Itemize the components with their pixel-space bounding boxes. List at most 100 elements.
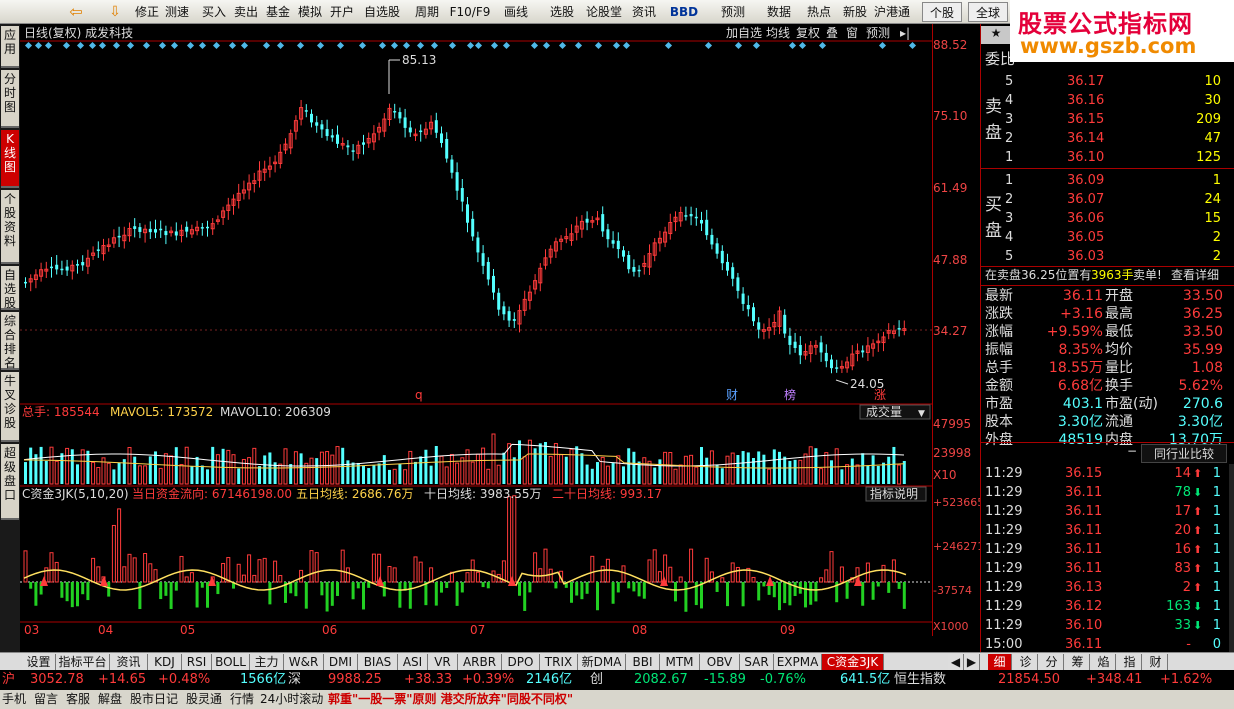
toolbar-item-5[interactable]: 模拟 xyxy=(296,2,324,22)
toolbar-item-15[interactable]: 预测 xyxy=(716,2,750,22)
indicator-tab-2[interactable]: 资讯 xyxy=(110,654,148,670)
indicator-tab-10[interactable]: ASI xyxy=(398,654,428,670)
indicator-tab-8[interactable]: DMI xyxy=(324,654,358,670)
toolbar-item-20[interactable]: 个股 xyxy=(922,2,962,22)
ticker-item-6[interactable]: 行情 xyxy=(230,690,254,709)
toolbar-item-14[interactable]: BBD xyxy=(668,2,700,22)
indicator-tab-4[interactable]: RSI xyxy=(182,654,212,670)
left-tab-6[interactable]: 牛叉诊股 xyxy=(1,372,19,442)
ticker-item-7[interactable]: 24小时滚动 xyxy=(260,690,323,709)
candle-body xyxy=(793,341,797,349)
ticker-item-4[interactable]: 股市日记 xyxy=(130,690,178,709)
chart-header-button-1[interactable]: 均线 xyxy=(766,26,790,40)
indicator-tab-18[interactable]: OBV xyxy=(700,654,740,670)
back-arrow-icon[interactable]: ⇦ xyxy=(62,2,90,22)
collapse-icon[interactable]: − xyxy=(1127,444,1137,458)
right-tab-3[interactable]: 筹 xyxy=(1066,654,1090,670)
toolbar-item-18[interactable]: 新股 xyxy=(840,2,870,22)
ticker-news[interactable]: 郭重"一股一票"原则 港交所放弃"同股不同权" xyxy=(328,690,573,709)
down-arrow-icon[interactable]: ⇩ xyxy=(104,2,126,22)
chart-header-button-0[interactable]: 加自选 xyxy=(726,26,762,40)
toolbar-item-19[interactable]: 沪港通 xyxy=(872,2,912,22)
toolbar-item-4[interactable]: 基金 xyxy=(264,2,292,22)
left-tab-5[interactable]: 综合排名 xyxy=(1,312,19,370)
left-tab-3[interactable]: 个股资料 xyxy=(1,190,19,264)
toolbar-item-17[interactable]: 热点 xyxy=(804,2,834,22)
industry-compare-button[interactable]: 同行业比较 xyxy=(1141,444,1227,463)
chart-area[interactable]: 日线(复权) 成发科技 加自选 均线 复权叠窗预测 ▸| 85.13 24.05 q 财榜涨总手… xyxy=(20,24,932,637)
left-tab-0[interactable]: 应用 xyxy=(1,26,19,68)
toolbar-item-6[interactable]: 开户 xyxy=(328,2,356,22)
volume-bar xyxy=(315,458,319,484)
candle-body xyxy=(325,129,329,137)
chart-header-button-2[interactable]: 复权 xyxy=(796,26,820,40)
chart-header-button-3[interactable]: 叠 xyxy=(826,26,838,40)
left-tab-7[interactable]: 超级盘口 xyxy=(1,444,19,520)
right-tab-0[interactable]: 细 xyxy=(988,654,1012,670)
kline-chart[interactable]: 日线(复权) 成发科技 加自选 均线 复权叠窗预测 ▸|85.1324.05q 财榜涨总手… xyxy=(20,24,932,637)
right-tab-6[interactable]: 财 xyxy=(1144,654,1168,670)
chart-header-button-4[interactable]: 窗 xyxy=(846,26,858,40)
ticker-item-0[interactable]: 手机 xyxy=(2,690,26,709)
ticker-item-1[interactable]: 留言 xyxy=(34,690,58,709)
indicator-tab-6[interactable]: 主力 xyxy=(250,654,284,670)
indicator-tab-21[interactable]: C资金3JK xyxy=(822,654,884,670)
candle-body xyxy=(601,214,605,232)
chart-header-button-5[interactable]: 预测 xyxy=(866,26,890,40)
ticker-item-2[interactable]: 客服 xyxy=(66,690,90,709)
toolbar-item-9[interactable]: F10/F9 xyxy=(448,2,492,22)
ticker-item-3[interactable]: 解盘 xyxy=(98,690,122,709)
indicator-tab-16[interactable]: BBI xyxy=(626,654,660,670)
indicator-tab-15[interactable]: 新DMA xyxy=(578,654,626,670)
notice-link[interactable]: 查看详细 xyxy=(1171,266,1219,285)
right-tab-2[interactable]: 分 xyxy=(1040,654,1064,670)
scrollbar[interactable] xyxy=(1229,464,1234,654)
right-tab-4[interactable]: 焰 xyxy=(1092,654,1116,670)
fund-outflow-bar xyxy=(169,582,173,609)
toolbar-item-8[interactable]: 周期 xyxy=(412,2,442,22)
indicator-tab-20[interactable]: EXPMA xyxy=(774,654,822,670)
scroll-right-icon[interactable]: ▶ xyxy=(964,654,980,670)
scroll-left-icon[interactable]: ◀ xyxy=(948,654,964,670)
fund-outflow-bar xyxy=(34,582,38,606)
toolbar-item-12[interactable]: 论股堂 xyxy=(584,2,624,22)
indicator-tab-17[interactable]: MTM xyxy=(660,654,700,670)
left-tab-1[interactable]: 分时图 xyxy=(1,70,19,128)
indicator-tab-9[interactable]: BIAS xyxy=(358,654,398,670)
ticker-item-5[interactable]: 股灵通 xyxy=(186,690,222,709)
star-icon[interactable]: ★ xyxy=(981,26,1011,44)
indicator-tab-11[interactable]: VR xyxy=(428,654,458,670)
stat-row: 最新 36.11 开盘 33.50 xyxy=(981,287,1234,306)
indicator-tab-1[interactable]: 指标平台 xyxy=(56,654,110,670)
sell-row-5: 5 36.17 10 xyxy=(981,72,1234,91)
candle-body xyxy=(315,122,319,126)
indicator-tab-12[interactable]: ARBR xyxy=(458,654,502,670)
tick-qty: 17 xyxy=(1174,504,1191,519)
left-tab-4[interactable]: 自选股 xyxy=(1,266,19,310)
toolbar-item-3[interactable]: 卖出 xyxy=(232,2,260,22)
toolbar-item-11[interactable]: 选股 xyxy=(548,2,576,22)
indicator-tab-7[interactable]: W&R xyxy=(284,654,324,670)
indicator-tab-3[interactable]: KDJ xyxy=(148,654,182,670)
toolbar-item-13[interactable]: 资讯 xyxy=(628,2,660,22)
indicator-tab-19[interactable]: SAR xyxy=(740,654,774,670)
indicator-tab-0[interactable]: 设置 xyxy=(22,654,56,670)
toolbar-item-16[interactable]: 数据 xyxy=(764,2,794,22)
toolbar-item-10[interactable]: 画线 xyxy=(500,2,532,22)
fund-outflow-bar xyxy=(445,582,449,588)
right-tab-5[interactable]: 指 xyxy=(1118,654,1142,670)
indicator-tab-14[interactable]: TRIX xyxy=(540,654,578,670)
toolbar-item-1[interactable]: 测速 xyxy=(162,2,192,22)
sh-label: 沪 xyxy=(2,672,16,687)
toolbar-item-2[interactable]: 买入 xyxy=(200,2,228,22)
toolbar-item-0[interactable]: 修正 xyxy=(132,2,162,22)
indicator-tab-5[interactable]: BOLL xyxy=(212,654,250,670)
left-tab-2[interactable]: K线图 xyxy=(1,130,19,188)
stat-value: 18.55万 xyxy=(1048,360,1103,376)
toolbar-item-21[interactable]: 全球 xyxy=(968,2,1008,22)
indicator-tab-13[interactable]: DPO xyxy=(502,654,540,670)
right-tab-1[interactable]: 诊 xyxy=(1014,654,1038,670)
toolbar-item-7[interactable]: 自选股 xyxy=(362,2,402,22)
fund-outflow-bar xyxy=(320,582,324,596)
tick-time: 11:29 xyxy=(985,561,1023,576)
